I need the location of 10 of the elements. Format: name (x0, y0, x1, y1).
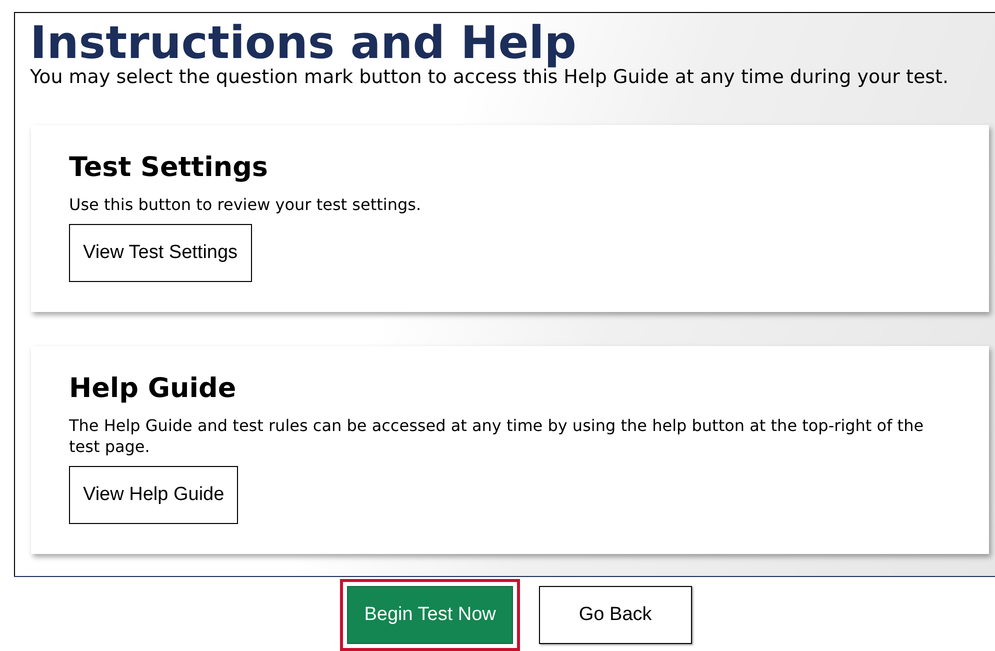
section-description: Use this button to review your test settings. (69, 194, 422, 215)
begin-button[interactable]: Begin Test Now (347, 586, 513, 644)
page-subtitle: You may select the question mark button to access this Help Guide at any time during your test. (30, 67, 950, 88)
section-title: Test Settings (69, 151, 269, 185)
section-description: The Help Guide and test rules can be accessed at any time by using the help button at the top-right of the test page. (69, 415, 925, 457)
back-button[interactable]: Go Back (538, 586, 692, 644)
section-title: Help Guide (69, 372, 238, 406)
page-title: Instructions and Help (30, 19, 576, 67)
section-button[interactable]: View Test Settings (69, 224, 252, 282)
section-button[interactable]: View Help Guide (69, 466, 238, 524)
